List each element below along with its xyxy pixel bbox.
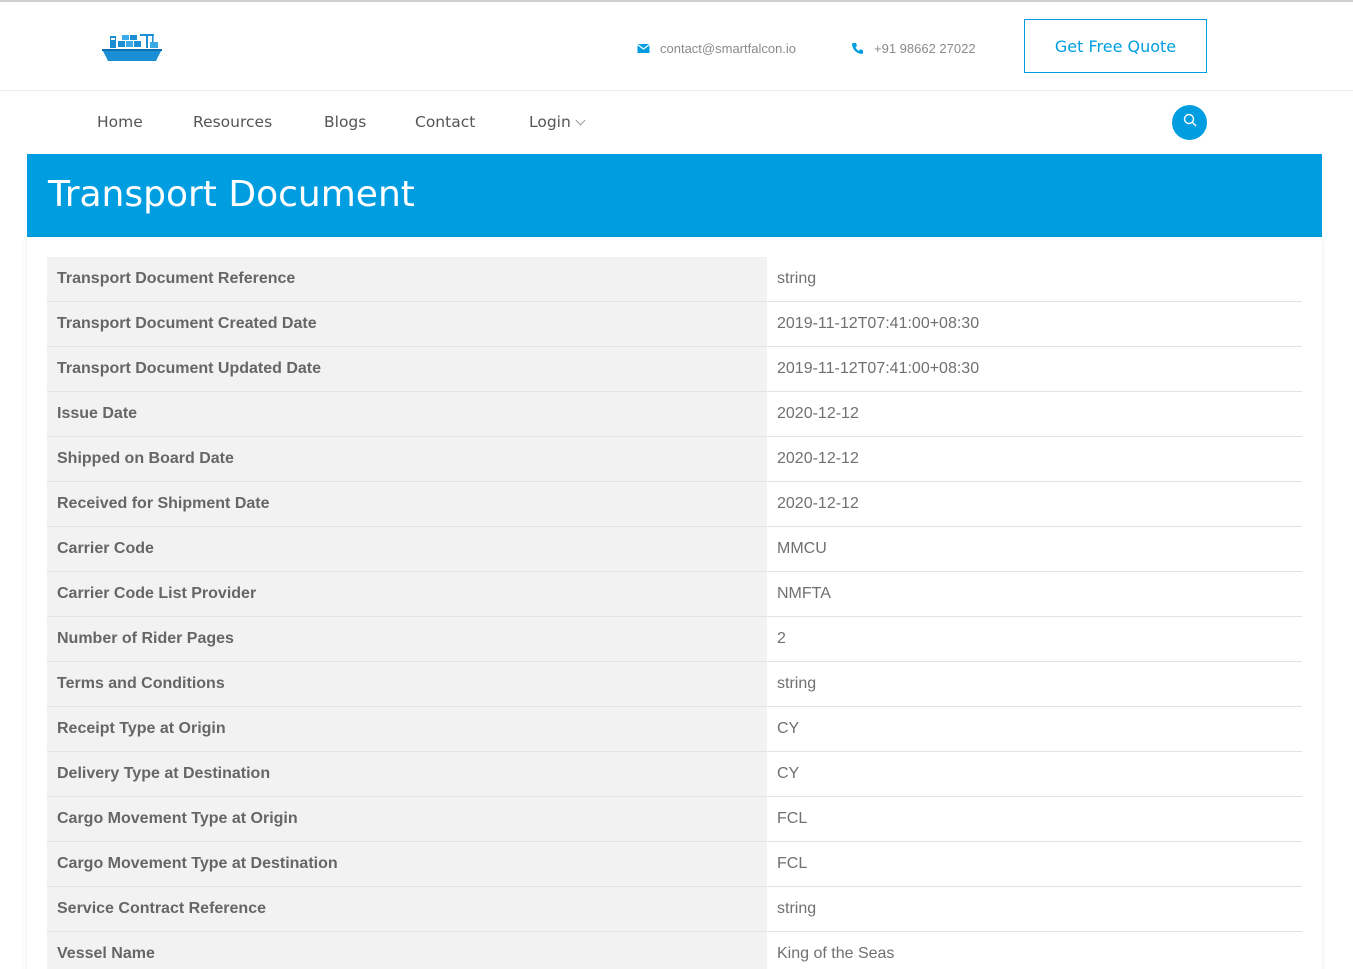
chevron-down-icon (575, 115, 586, 126)
table-row: Transport Document Updated Date 2019-11-… (47, 347, 1302, 392)
row-label: Received for Shipment Date (47, 482, 767, 526)
table-row: Transport Document Reference string (47, 257, 1302, 302)
row-value: CY (777, 720, 800, 737)
row-value: string (777, 675, 817, 692)
page-banner: Transport Document (27, 154, 1322, 237)
document-card: Transport Document Reference string Tran… (27, 237, 1322, 969)
row-value: 2 (777, 630, 786, 647)
table-row: Vessel Name King of the Seas (47, 932, 1302, 969)
row-label: Number of Rider Pages (47, 617, 767, 661)
row-label: Cargo Movement Type at Destination (47, 842, 767, 886)
search-icon (1183, 113, 1197, 132)
table-row: Carrier Code MMCU (47, 527, 1302, 572)
row-label: Issue Date (47, 392, 767, 436)
table-row: Carrier Code List Provider NMFTA (47, 572, 1302, 617)
nav-item-blogs[interactable]: Blogs (324, 113, 366, 131)
get-free-quote-button[interactable]: Get Free Quote (1024, 19, 1207, 73)
nav-item-login[interactable]: Login (529, 113, 586, 131)
row-label: Transport Document Created Date (47, 302, 767, 346)
table-row: Terms and Conditions string (47, 662, 1302, 707)
email-contact[interactable]: contact@smartfalcon.io (637, 40, 796, 56)
table-row: Transport Document Created Date 2019-11-… (47, 302, 1302, 347)
row-value: CY (777, 765, 800, 782)
email-text: contact@smartfalcon.io (660, 40, 797, 56)
row-label: Transport Document Updated Date (47, 347, 767, 391)
row-label: Carrier Code (47, 527, 767, 571)
row-label: Vessel Name (47, 932, 767, 969)
row-label: Delivery Type at Destination (47, 752, 767, 796)
envelope-icon (637, 42, 650, 55)
row-label: Cargo Movement Type at Origin (47, 797, 767, 841)
row-value: NMFTA (777, 585, 831, 602)
page-title: Transport Document (48, 174, 415, 215)
table-row: Cargo Movement Type at Origin FCL (47, 797, 1302, 842)
nav-item-resources[interactable]: Resources (193, 113, 272, 131)
row-value: FCL (777, 810, 808, 827)
nav-item-contact[interactable]: Contact (415, 113, 475, 131)
table-row: Delivery Type at Destination CY (47, 752, 1302, 797)
row-value: string (777, 900, 817, 917)
row-label: Receipt Type at Origin (47, 707, 767, 751)
phone-text: +91 98662 27022 (874, 40, 976, 56)
main-nav: Home Resources Blogs Contact Login (0, 91, 1353, 154)
row-value: 2020-12-12 (777, 405, 859, 422)
table-row: Cargo Movement Type at Destination FCL (47, 842, 1302, 887)
table-row: Receipt Type at Origin CY (47, 707, 1302, 752)
ship-logo-icon[interactable] (100, 30, 164, 64)
phone-icon (851, 42, 864, 55)
row-value: MMCU (777, 540, 827, 557)
row-label: Carrier Code List Provider (47, 572, 767, 616)
row-label: Service Contract Reference (47, 887, 767, 931)
table-row: Shipped on Board Date 2020-12-12 (47, 437, 1302, 482)
row-label: Shipped on Board Date (47, 437, 767, 481)
row-label: Terms and Conditions (47, 662, 767, 706)
row-value: King of the Seas (777, 945, 895, 962)
row-value: 2020-12-12 (777, 450, 859, 467)
row-value: FCL (777, 855, 808, 872)
row-value: 2019-11-12T07:41:00+08:30 (777, 360, 980, 377)
site-header: contact@smartfalcon.io +91 98662 27022 G… (0, 2, 1353, 91)
search-button[interactable] (1172, 105, 1207, 140)
nav-item-login-label: Login (529, 113, 571, 131)
phone-contact[interactable]: +91 98662 27022 (851, 40, 976, 56)
nav-item-home[interactable]: Home (97, 113, 143, 131)
document-table: Transport Document Reference string Tran… (47, 257, 1302, 969)
table-row: Received for Shipment Date 2020-12-12 (47, 482, 1302, 527)
table-row: Number of Rider Pages 2 (47, 617, 1302, 662)
table-row: Issue Date 2020-12-12 (47, 392, 1302, 437)
row-value: 2020-12-12 (777, 495, 859, 512)
row-label: Transport Document Reference (47, 257, 767, 301)
row-value: 2019-11-12T07:41:00+08:30 (777, 315, 980, 332)
row-value: string (777, 270, 817, 287)
table-row: Service Contract Reference string (47, 887, 1302, 932)
